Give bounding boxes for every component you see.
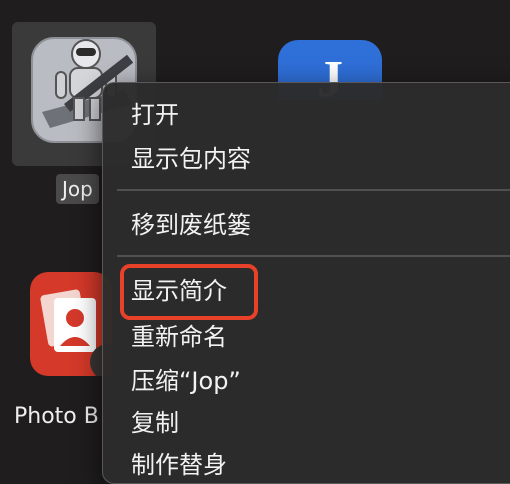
menu-separator	[117, 189, 510, 191]
menu-item-show-package-contents[interactable]: 显示包内容	[131, 141, 251, 177]
menu-item-open[interactable]: 打开	[131, 97, 179, 133]
photo-booth-icon[interactable]	[30, 272, 112, 376]
menu-separator	[117, 255, 510, 257]
menu-item-compress[interactable]: 压缩“Jop”	[131, 363, 241, 399]
menu-item-rename[interactable]: 重新命名	[131, 319, 227, 355]
menu-item-duplicate[interactable]: 复制	[131, 405, 179, 441]
get-info-highlight	[120, 264, 258, 320]
menu-item-move-to-trash[interactable]: 移到废纸篓	[131, 207, 251, 243]
selected-app-label[interactable]: Jop	[56, 174, 99, 204]
photo-booth-label[interactable]: Photo B	[14, 404, 99, 429]
menu-item-make-alias[interactable]: 制作替身	[131, 447, 227, 483]
